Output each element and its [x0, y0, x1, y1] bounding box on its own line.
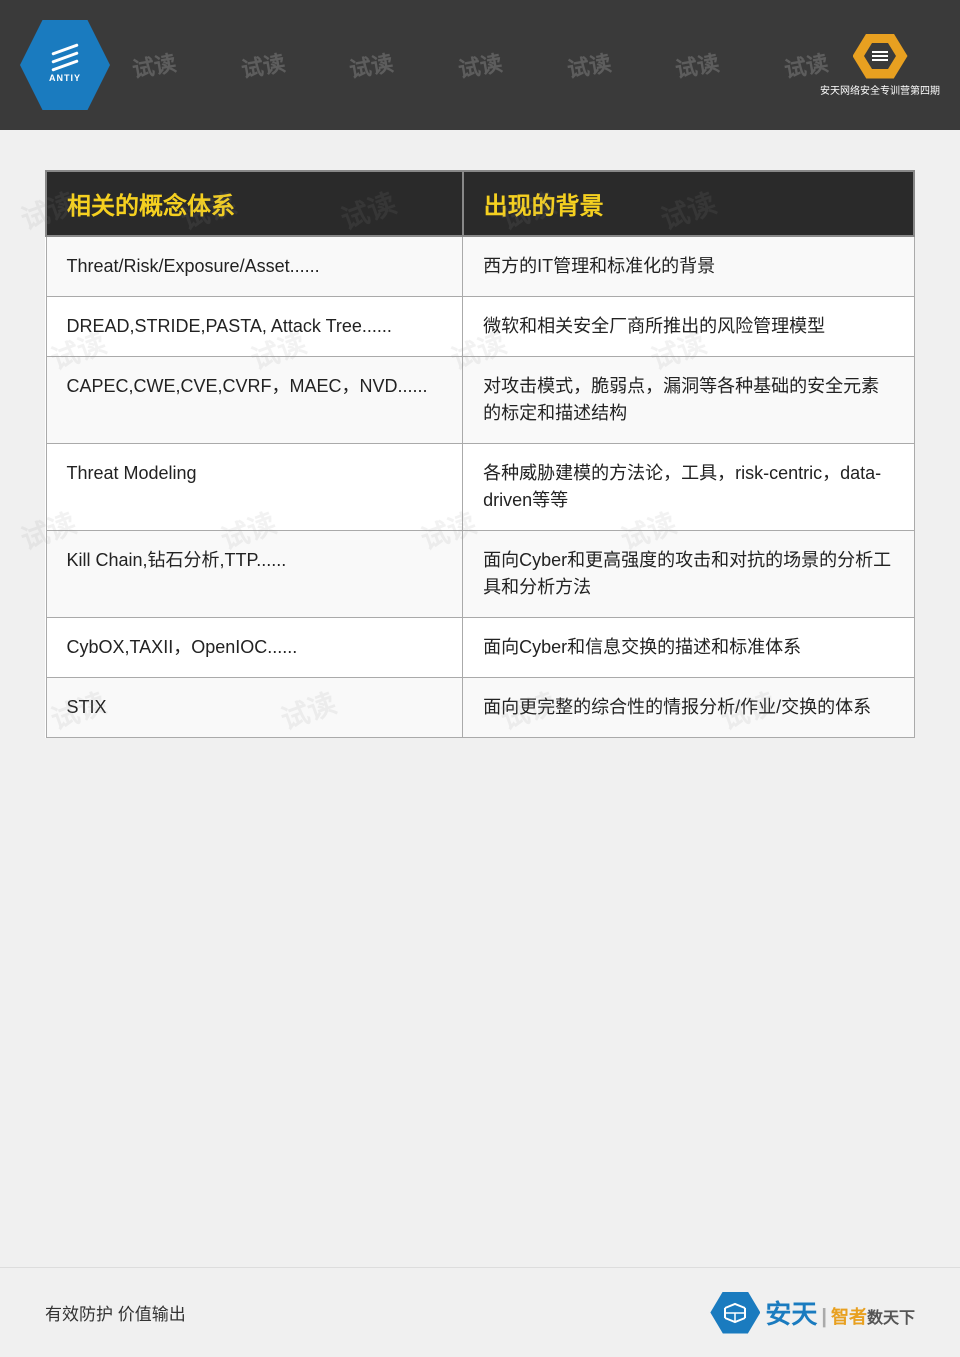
table-row: Threat/Risk/Exposure/Asset......西方的IT管理和…	[46, 236, 914, 297]
header-watermarks: 试读 试读 试读 试读 试读 试读 试读	[0, 0, 960, 130]
table-row: DREAD,STRIDE,PASTA, Attack Tree......微软和…	[46, 297, 914, 357]
footer-logo-area: 安天|智者数天下	[710, 1292, 915, 1334]
table-row: Kill Chain,钻石分析,TTP......面向Cyber和更高强度的攻击…	[46, 531, 914, 618]
cell-col1-row1: DREAD,STRIDE,PASTA, Attack Tree......	[46, 297, 463, 357]
cell-col2-row3: 各种威胁建模的方法论，工具，risk-centric，data-driven等等	[463, 444, 914, 531]
table-row: Threat Modeling各种威胁建模的方法论，工具，risk-centri…	[46, 444, 914, 531]
cell-col2-row2: 对攻击模式，脆弱点，漏洞等各种基础的安全元素的标定和描述结构	[463, 357, 914, 444]
cell-col1-row2: CAPEC,CWE,CVE,CVRF，MAEC，NVD......	[46, 357, 463, 444]
concept-table: 相关的概念体系 出现的背景 Threat/Risk/Exposure/Asset…	[45, 170, 915, 738]
header-right-logo: 安天网络安全专训营第四期	[820, 34, 940, 97]
watermark-4: 试读	[456, 45, 505, 84]
cell-col1-row0: Threat/Risk/Exposure/Asset......	[46, 236, 463, 297]
cell-col2-row6: 面向更完整的综合性的情报分析/作业/交换的体系	[463, 678, 914, 738]
watermark-1: 试读	[130, 45, 179, 84]
cell-col1-row3: Threat Modeling	[46, 444, 463, 531]
col1-header: 相关的概念体系	[46, 171, 463, 236]
cell-col1-row4: Kill Chain,钻石分析,TTP......	[46, 531, 463, 618]
watermark-6: 试读	[673, 45, 722, 84]
main-content: 试读 试读 试读 试读 试读 试读 试读 试读 试读 试读 试读 试读 试读 试…	[0, 130, 960, 768]
col2-header: 出现的背景	[463, 171, 914, 236]
cell-col1-row6: STIX	[46, 678, 463, 738]
logo-lines	[51, 48, 79, 67]
table-header-row: 相关的概念体系 出现的背景	[46, 171, 914, 236]
right-logo-inner	[864, 43, 896, 69]
right-logo-subtitle: 安天网络安全专训营第四期	[820, 82, 940, 97]
cell-col2-row1: 微软和相关安全厂商所推出的风险管理模型	[463, 297, 914, 357]
logo-icon	[870, 48, 890, 64]
table-row: CAPEC,CWE,CVE,CVRF，MAEC，NVD......对攻击模式，脆…	[46, 357, 914, 444]
header: ANTIY 试读 试读 试读 试读 试读 试读 试读 安天网络安全专训营第四期	[0, 0, 960, 130]
cell-col1-row5: CybOX,TAXII，OpenIOC......	[46, 618, 463, 678]
cell-col2-row5: 面向Cyber和信息交换的描述和标准体系	[463, 618, 914, 678]
footer-tagline: 有效防护 价值输出	[45, 1300, 186, 1325]
cell-col2-row0: 西方的IT管理和标准化的背景	[463, 236, 914, 297]
logo-text: ANTIY	[49, 73, 81, 83]
footer-brand-name: 安天|智者数天下	[765, 1294, 915, 1331]
footer-logo-icon	[721, 1302, 749, 1324]
cell-col2-row4: 面向Cyber和更高强度的攻击和对抗的场景的分析工具和分析方法	[463, 531, 914, 618]
footer-logo-hex	[710, 1292, 760, 1334]
table-row: STIX面向更完整的综合性的情报分析/作业/交换的体系	[46, 678, 914, 738]
table-row: CybOX,TAXII，OpenIOC......面向Cyber和信息交换的描述…	[46, 618, 914, 678]
right-logo-shape	[853, 34, 908, 79]
watermark-5: 试读	[564, 45, 613, 84]
watermark-2: 试读	[238, 45, 287, 84]
antiy-logo: ANTIY	[20, 20, 110, 110]
watermark-3: 试读	[347, 45, 396, 84]
footer: 有效防护 价值输出 安天|智者数天下	[0, 1267, 960, 1357]
